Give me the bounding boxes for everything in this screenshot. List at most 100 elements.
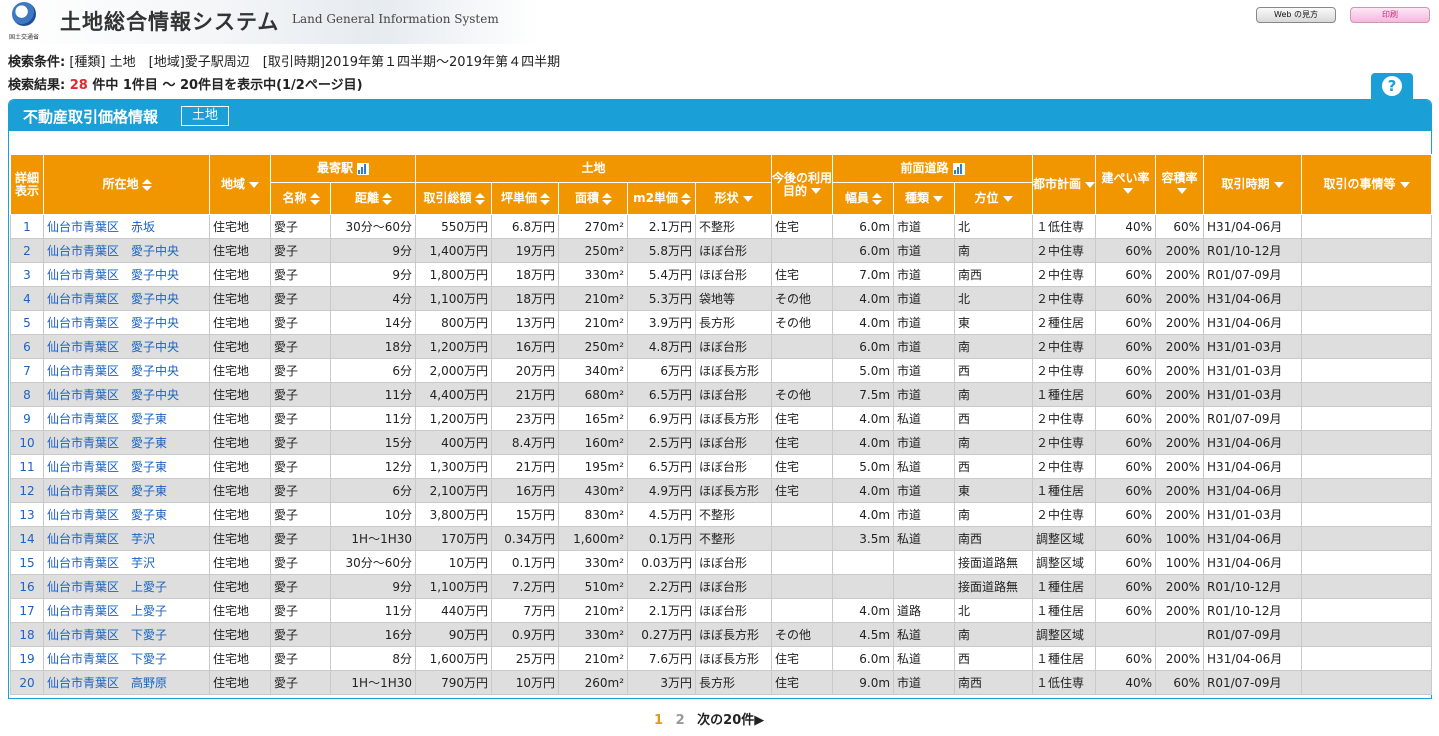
detail-link[interactable]: 13: [10, 502, 44, 527]
sort-icon[interactable]: [474, 192, 485, 205]
location-link[interactable]: 仙台市青葉区 愛子東: [43, 430, 210, 455]
bar-chart-icon[interactable]: [357, 162, 370, 175]
chevron-down-icon[interactable]: [1122, 188, 1133, 194]
header-period[interactable]: 取引時期: [1203, 154, 1303, 215]
cell-road-width: 5.0m: [832, 358, 895, 383]
header-coverage[interactable]: 建ぺい率: [1095, 154, 1157, 215]
chevron-down-icon[interactable]: [1002, 195, 1013, 202]
header-shape[interactable]: 形状: [695, 182, 773, 215]
cell-area-type: 住宅地: [209, 454, 271, 479]
web-help-button[interactable]: Web の見方: [1256, 7, 1336, 23]
header-road-direction[interactable]: 方位: [954, 182, 1034, 215]
cell-distance: 1H～1H30: [329, 526, 417, 551]
location-link[interactable]: 仙台市青葉区 上愛子: [43, 574, 210, 599]
header-city-plan[interactable]: 都市計画: [1032, 154, 1097, 215]
location-link[interactable]: 仙台市青葉区 愛子東: [43, 478, 210, 503]
sort-icon[interactable]: [602, 192, 613, 205]
location-link[interactable]: 仙台市青葉区 芋沢: [43, 550, 210, 575]
help-tab[interactable]: ?: [1371, 73, 1413, 99]
cell-city-plan: ２中住専: [1032, 286, 1097, 311]
detail-link[interactable]: 2: [10, 238, 44, 263]
detail-link[interactable]: 6: [10, 334, 44, 359]
cell-sqm-price: 6.5万円: [627, 454, 697, 479]
location-link[interactable]: 仙台市青葉区 下愛子: [43, 622, 210, 647]
header-circumstances[interactable]: 取引の事情等: [1301, 154, 1433, 215]
chevron-down-icon[interactable]: [1273, 181, 1284, 188]
location-link[interactable]: 仙台市青葉区 愛子東: [43, 502, 210, 527]
detail-link[interactable]: 8: [10, 382, 44, 407]
cell-road-type: 市道: [893, 310, 956, 335]
cell-station: 愛子: [270, 382, 331, 407]
header-station-distance[interactable]: 距離: [329, 182, 417, 215]
location-link[interactable]: 仙台市青葉区 愛子中央: [43, 382, 210, 407]
detail-link[interactable]: 1: [10, 214, 44, 239]
sort-icon[interactable]: [141, 178, 152, 191]
detail-link[interactable]: 11: [10, 454, 44, 479]
question-icon[interactable]: ?: [1382, 76, 1402, 96]
location-link[interactable]: 仙台市青葉区 愛子中央: [43, 358, 210, 383]
detail-link[interactable]: 10: [10, 430, 44, 455]
location-link[interactable]: 仙台市青葉区 愛子東: [43, 406, 210, 431]
cell-floor-ratio: 200%: [1155, 502, 1205, 527]
location-link[interactable]: 仙台市青葉区 愛子中央: [43, 262, 210, 287]
header-sqm-price[interactable]: m2単価: [627, 182, 697, 215]
chevron-down-icon[interactable]: [933, 195, 944, 202]
detail-link[interactable]: 16: [10, 574, 44, 599]
chevron-down-icon[interactable]: [1085, 181, 1095, 188]
header-future-use[interactable]: 今後の利用目的: [771, 154, 834, 215]
cell-road-type: 市道: [893, 382, 956, 407]
detail-link[interactable]: 15: [10, 550, 44, 575]
location-link[interactable]: 仙台市青葉区 愛子中央: [43, 238, 210, 263]
detail-link[interactable]: 14: [10, 526, 44, 551]
cell-shape: ほぼ台形: [695, 382, 773, 407]
detail-link[interactable]: 12: [10, 478, 44, 503]
location-link[interactable]: 仙台市青葉区 愛子中央: [43, 286, 210, 311]
header-road-width[interactable]: 幅員: [832, 182, 895, 215]
chevron-down-icon[interactable]: [1176, 188, 1187, 194]
location-link[interactable]: 仙台市青葉区 下愛子: [43, 646, 210, 671]
detail-link[interactable]: 4: [10, 286, 44, 311]
detail-link[interactable]: 19: [10, 646, 44, 671]
cell-period: R01/07-09月: [1203, 670, 1303, 695]
sort-icon[interactable]: [680, 192, 691, 205]
sort-icon[interactable]: [540, 192, 551, 205]
header-total-price[interactable]: 取引総額: [415, 182, 493, 215]
detail-link[interactable]: 20: [10, 670, 44, 695]
chevron-down-icon[interactable]: [249, 181, 259, 188]
location-link[interactable]: 仙台市青葉区 愛子中央: [43, 334, 210, 359]
print-button[interactable]: 印刷: [1350, 7, 1430, 23]
location-link[interactable]: 仙台市青葉区 芋沢: [43, 526, 210, 551]
detail-link[interactable]: 5: [10, 310, 44, 335]
cell-shape: ほぼ台形: [695, 334, 773, 359]
location-link[interactable]: 仙台市青葉区 愛子東: [43, 454, 210, 479]
sort-icon[interactable]: [309, 192, 320, 205]
chevron-down-icon[interactable]: [1399, 181, 1410, 188]
page-2-link[interactable]: 2: [676, 713, 685, 728]
cell-station: 愛子: [270, 430, 331, 455]
cell-tsubo-price: 23万円: [491, 406, 560, 431]
header-road-type[interactable]: 種類: [893, 182, 956, 215]
header-area-type[interactable]: 地域: [209, 154, 271, 215]
detail-link[interactable]: 18: [10, 622, 44, 647]
table-row: 10 仙台市青葉区 愛子東 住宅地 愛子 15分 400万円 8.4万円 160m² 2.5万円…: [10, 430, 1433, 455]
location-link[interactable]: 仙台市青葉区 赤坂: [43, 214, 210, 239]
cell-road-type: 道路: [893, 598, 956, 623]
bar-chart-icon[interactable]: [952, 162, 965, 175]
header-tsubo-price[interactable]: 坪単価: [491, 182, 560, 215]
next-page-link[interactable]: 次の20件▶: [697, 713, 764, 728]
header-location[interactable]: 所在地: [43, 154, 210, 215]
sort-icon[interactable]: [382, 192, 393, 205]
detail-link[interactable]: 7: [10, 358, 44, 383]
header-station-name[interactable]: 名称: [270, 182, 331, 215]
sort-icon[interactable]: [872, 192, 883, 205]
chevron-down-icon[interactable]: [742, 195, 753, 202]
location-link[interactable]: 仙台市青葉区 高野原: [43, 670, 210, 695]
detail-link[interactable]: 9: [10, 406, 44, 431]
header-area[interactable]: 面積: [558, 182, 629, 215]
header-floor-ratio[interactable]: 容積率: [1155, 154, 1205, 215]
detail-link[interactable]: 17: [10, 598, 44, 623]
location-link[interactable]: 仙台市青葉区 上愛子: [43, 598, 210, 623]
detail-link[interactable]: 3: [10, 262, 44, 287]
chevron-down-icon[interactable]: [811, 188, 822, 194]
location-link[interactable]: 仙台市青葉区 愛子中央: [43, 310, 210, 335]
